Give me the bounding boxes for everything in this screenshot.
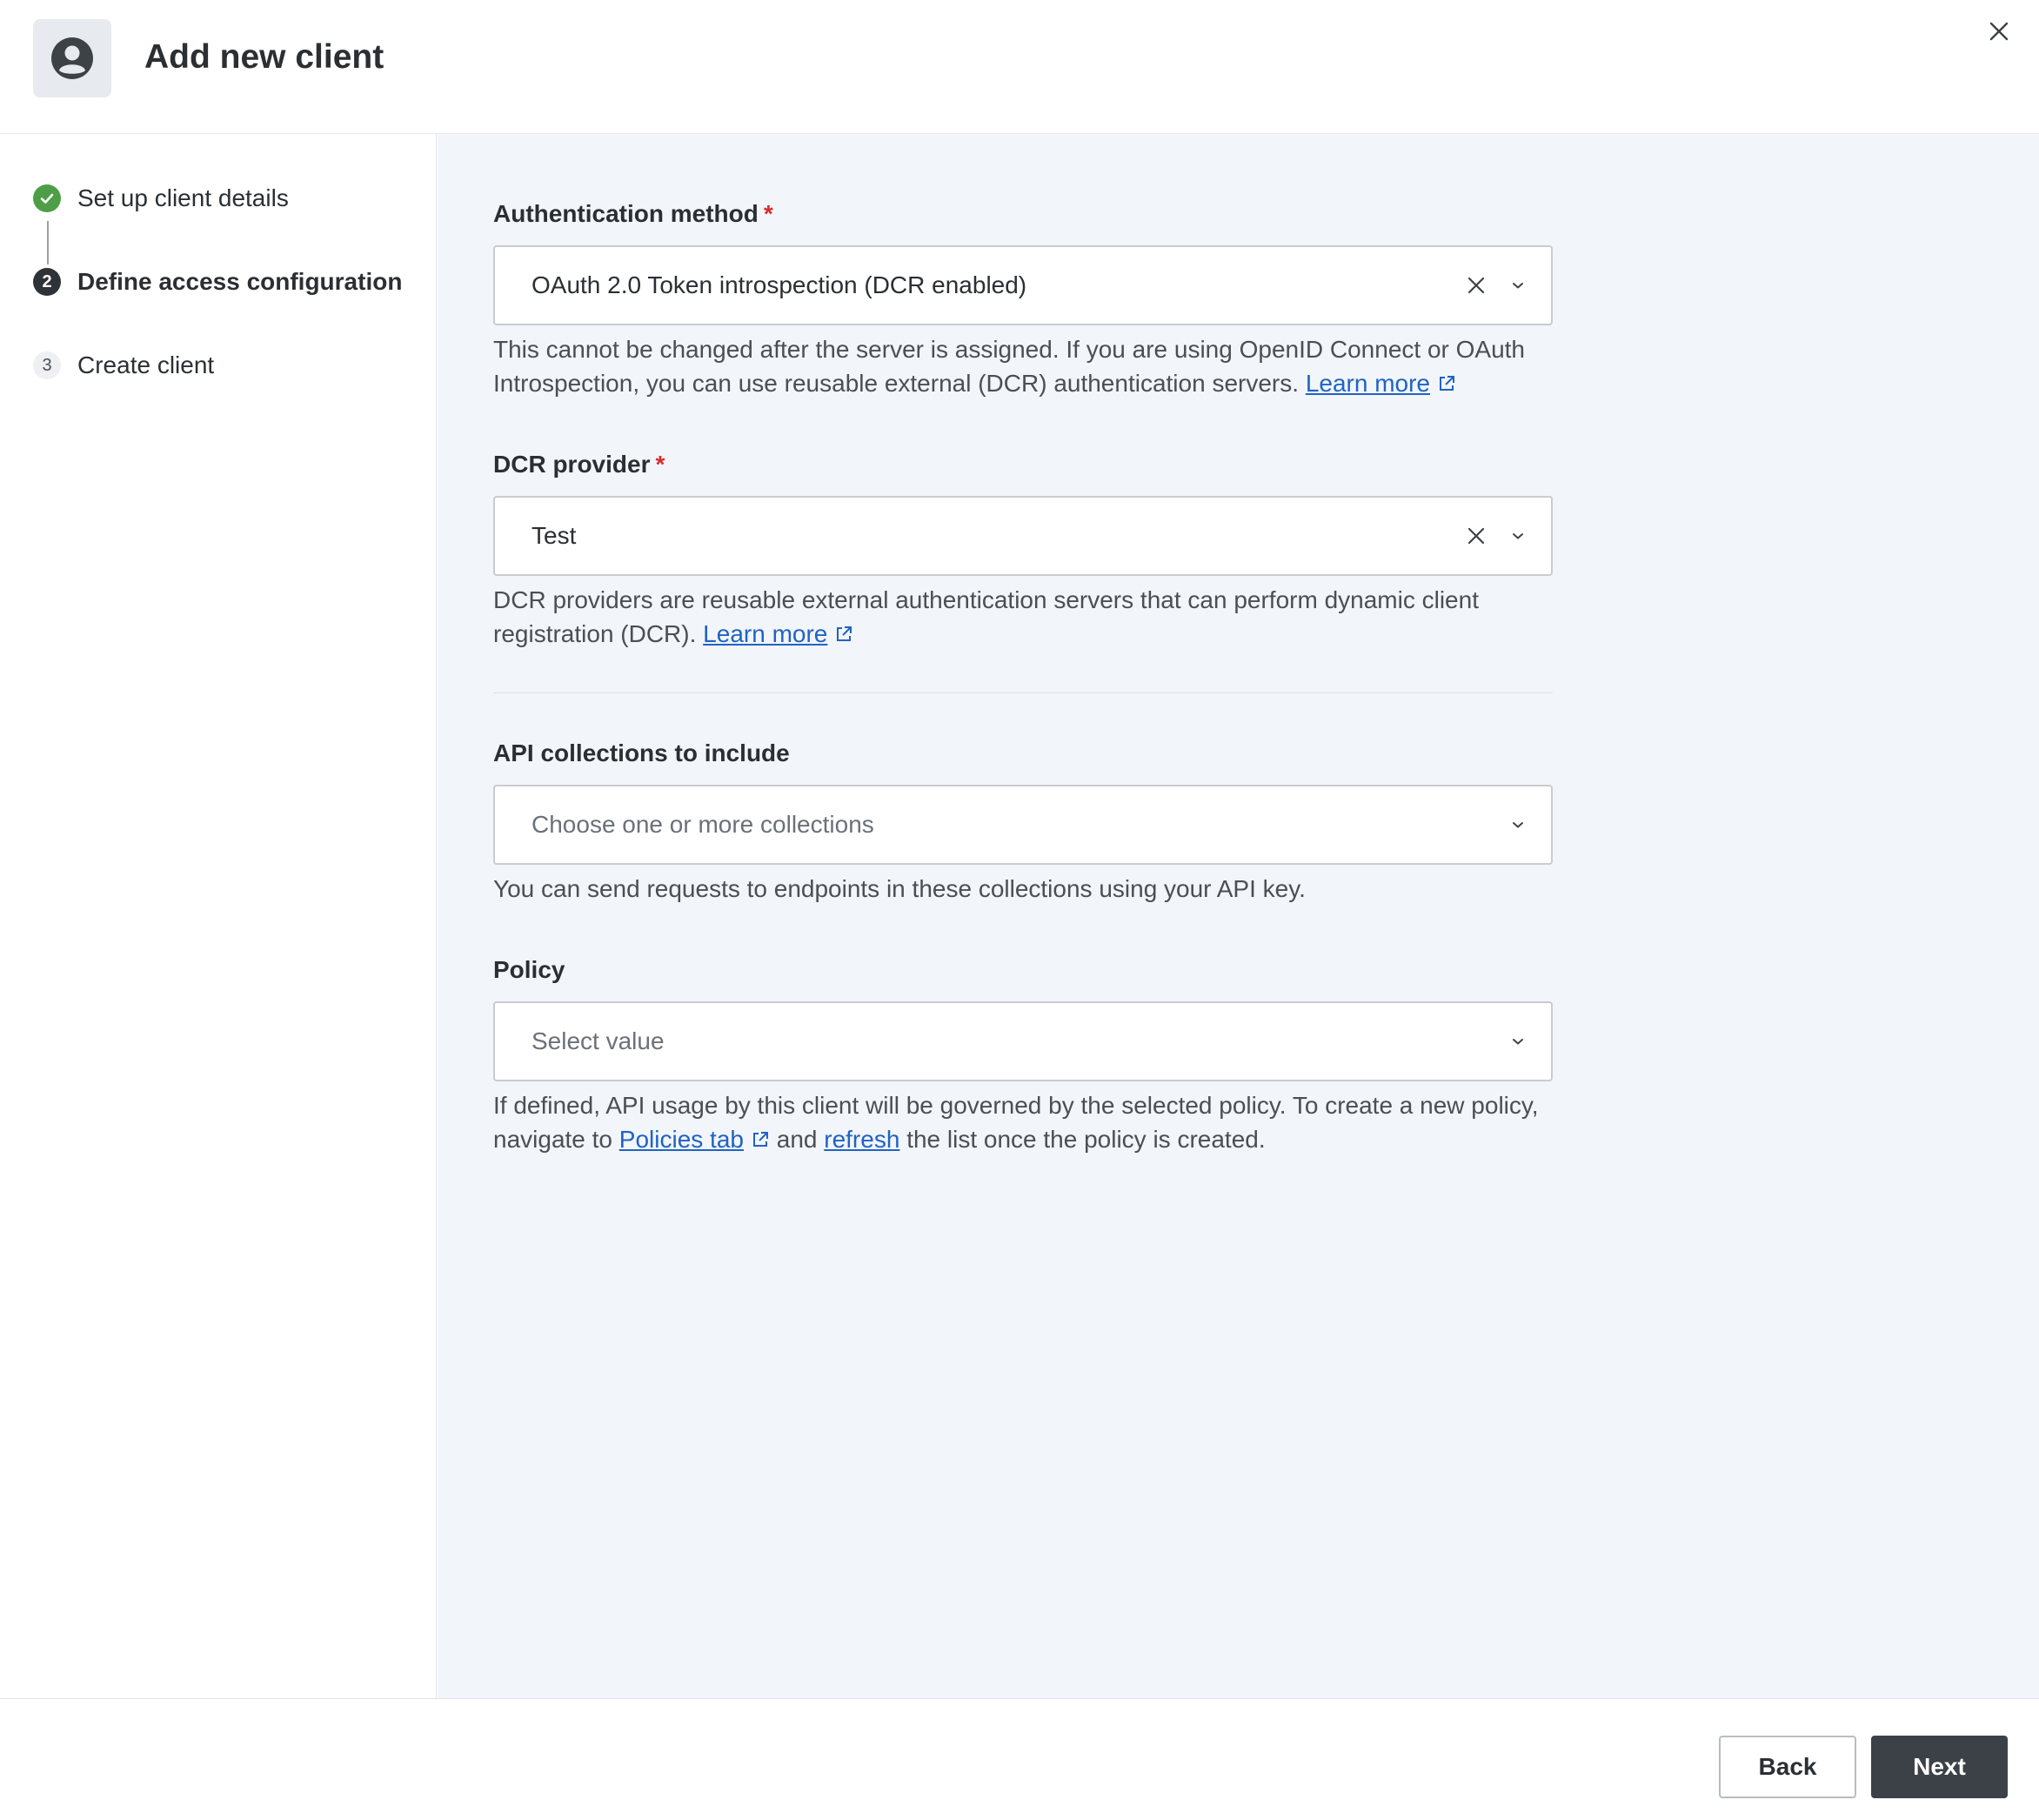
auth-method-value: OAuth 2.0 Token introspection (DCR enabl… — [531, 271, 1027, 298]
auth-method-label: Authentication method * — [493, 200, 773, 227]
wizard-steps: Set up client details 2 Define access co… — [0, 134, 437, 1698]
form-panel: Authentication method * OAuth 2.0 Token i… — [438, 134, 2039, 1698]
step-create-client[interactable]: 3 Create client — [33, 348, 214, 383]
chevron-down-icon[interactable] — [1506, 273, 1530, 298]
policy-select[interactable]: Select value — [493, 1001, 1553, 1081]
step-number: 3 — [33, 351, 61, 379]
modal-header: Add new client — [0, 0, 2039, 134]
auth-method-help: This cannot be changed after the server … — [493, 336, 1526, 397]
user-avatar-icon — [33, 19, 111, 97]
step-label: Set up client details — [77, 184, 289, 211]
close-button[interactable] — [1980, 12, 2018, 50]
step-define-access-configuration[interactable]: 2 Define access configuration — [33, 264, 402, 299]
modal-footer: Back Next — [0, 1698, 2039, 1820]
dcr-provider-label: DCR provider * — [493, 451, 665, 478]
step-connector — [47, 221, 49, 264]
step-label: Create client — [77, 351, 215, 378]
step-number: 2 — [33, 268, 61, 296]
chevron-down-icon[interactable] — [1506, 813, 1530, 837]
back-button[interactable]: Back — [1719, 1736, 1856, 1798]
required-indicator: * — [655, 451, 665, 478]
required-indicator: * — [763, 200, 773, 227]
policy-label: Policy — [493, 956, 565, 983]
api-collections-placeholder: Choose one or more collections — [531, 811, 874, 838]
dcr-provider-value: Test — [531, 522, 577, 549]
policy-help: If defined, API usage by this client wil… — [493, 1092, 1539, 1153]
policies-tab-link[interactable]: Policies tab — [619, 1126, 744, 1153]
api-collections-label: API collections to include — [493, 739, 790, 766]
api-collections-select[interactable]: Choose one or more collections — [493, 785, 1553, 865]
policy-placeholder: Select value — [531, 1027, 665, 1054]
dcr-provider-help: DCR providers are reusable external auth… — [493, 586, 1479, 647]
api-collections-help: You can send requests to endpoints in th… — [493, 875, 1306, 902]
dcr-provider-select[interactable]: Test — [493, 496, 1553, 576]
clear-icon[interactable] — [1462, 271, 1490, 299]
chevron-down-icon[interactable] — [1506, 1029, 1530, 1054]
close-icon[interactable] — [1989, 21, 2009, 42]
external-link-icon — [837, 626, 852, 641]
learn-more-link[interactable]: Learn more — [703, 620, 827, 647]
external-link-icon — [1440, 376, 1454, 391]
external-link-icon — [752, 1132, 768, 1147]
step-label: Define access configuration — [77, 268, 403, 295]
refresh-link[interactable]: refresh — [824, 1126, 899, 1153]
step-set-up-client-details[interactable]: Set up client details — [33, 181, 289, 216]
learn-more-link[interactable]: Learn more — [1306, 370, 1430, 397]
auth-method-select[interactable]: OAuth 2.0 Token introspection (DCR enabl… — [493, 245, 1553, 325]
chevron-down-icon[interactable] — [1506, 524, 1530, 548]
page-title: Add new client — [144, 38, 384, 76]
clear-icon[interactable] — [1462, 522, 1490, 550]
next-button[interactable]: Next — [1871, 1736, 2008, 1798]
checkmark-icon — [33, 184, 61, 212]
